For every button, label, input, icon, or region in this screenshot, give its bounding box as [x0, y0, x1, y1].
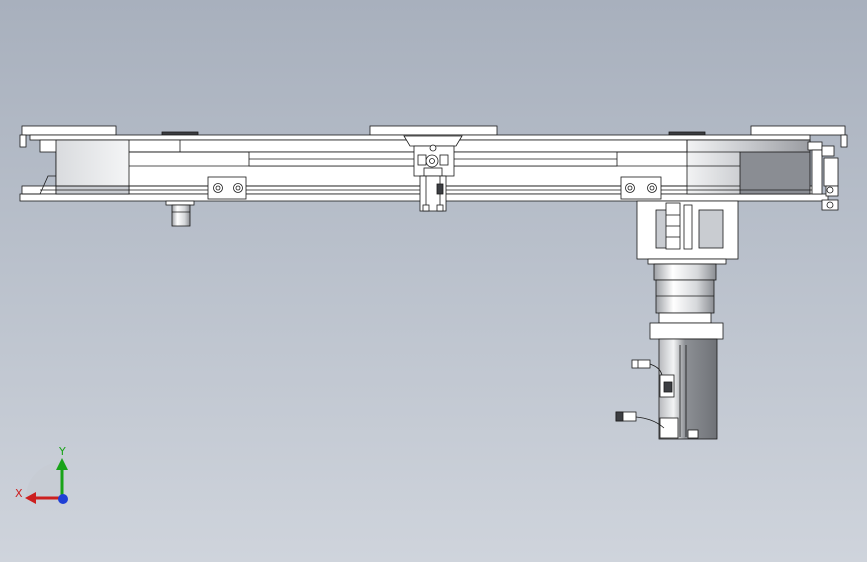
- cad-drawing: Y X: [15, 125, 848, 504]
- motor-mount-bracket: [636, 200, 739, 265]
- center-top-plate: [369, 125, 498, 136]
- slot-clamp-left: [207, 176, 247, 200]
- gearbox: [653, 263, 717, 324]
- top-bolt-head: [668, 131, 706, 136]
- cable-connectors: [615, 359, 651, 422]
- left-top-plate: [21, 125, 117, 136]
- y-axis-label: Y: [58, 445, 66, 458]
- hanging-bolt: [165, 200, 195, 227]
- right-end-block: [739, 151, 811, 195]
- linear-module: [19, 125, 848, 440]
- z-axis-dot: [58, 494, 68, 504]
- x-axis-label: X: [15, 487, 23, 500]
- slot-clamp-right: [620, 176, 662, 200]
- servo-motor: [649, 322, 724, 440]
- right-top-plate: [750, 125, 846, 136]
- triad-plane-shade: [26, 462, 62, 498]
- coordinate-triad: Y X: [15, 445, 68, 504]
- top-bolt-head: [161, 131, 199, 136]
- cad-viewport[interactable]: Y X: [0, 0, 867, 562]
- right-end-cap: [840, 134, 848, 148]
- left-end-cap: [19, 134, 27, 148]
